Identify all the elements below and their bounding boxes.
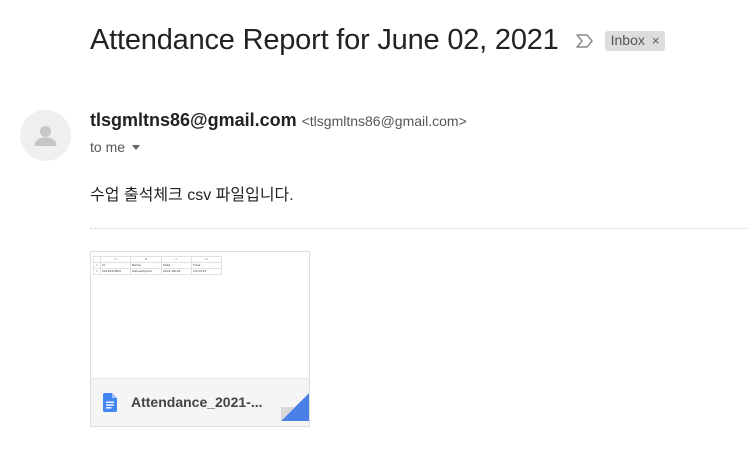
attachment-footer[interactable]: Attendance_2021-... xyxy=(91,378,309,426)
sheet-row: 2 2016310805 shinjeehyunk 2021-06-02 14:… xyxy=(93,268,222,275)
email-body: 수업 출석체크 csv 파일입니다. xyxy=(90,187,294,204)
sender-avatar[interactable] xyxy=(20,110,71,161)
sheet-cell: 2021-06-02 xyxy=(161,268,192,275)
attachment-card[interactable]: A B C D 1 Id Name Date Time 2 2016310805… xyxy=(90,251,310,427)
email-subject: Attendance Report for June 02, 2021 xyxy=(90,24,559,56)
attachments-divider xyxy=(90,228,748,229)
sender-name[interactable]: tlsgmltns86@gmail.com xyxy=(90,110,297,131)
attachment-filename[interactable]: Attendance_2021-... xyxy=(131,394,263,410)
sheet-cell: 2 xyxy=(93,268,101,275)
label-chip-text: Inbox xyxy=(610,32,645,48)
attachment-preview: A B C D 1 Id Name Date Time 2 2016310805… xyxy=(91,252,309,378)
sheet-cell: shinjeehyunk xyxy=(130,268,162,275)
page-fold-corner-icon xyxy=(281,393,309,426)
chevron-down-icon[interactable] xyxy=(132,144,141,150)
sheet-cell: 14:33:47 xyxy=(191,268,222,275)
remove-label-icon[interactable]: × xyxy=(652,34,660,47)
importance-marker-icon[interactable] xyxy=(575,33,595,49)
person-icon xyxy=(34,126,57,146)
spreadsheet-thumbnail: A B C D 1 Id Name Date Time 2 2016310805… xyxy=(93,256,222,275)
google-docs-icon xyxy=(103,393,117,417)
recipient-details-toggle[interactable]: to me xyxy=(90,139,141,155)
inbox-label-chip: Inbox × xyxy=(604,30,666,51)
subject-row: Attendance Report for June 02, 2021 Inbo… xyxy=(90,24,666,57)
sender-email: <tlsgmltns86@gmail.com> xyxy=(301,113,467,129)
recipient-label: to me xyxy=(90,139,126,155)
sender-line: tlsgmltns86@gmail.com <tlsgmltns86@gmail… xyxy=(90,110,467,131)
sheet-cell: 2016310805 xyxy=(100,268,131,275)
